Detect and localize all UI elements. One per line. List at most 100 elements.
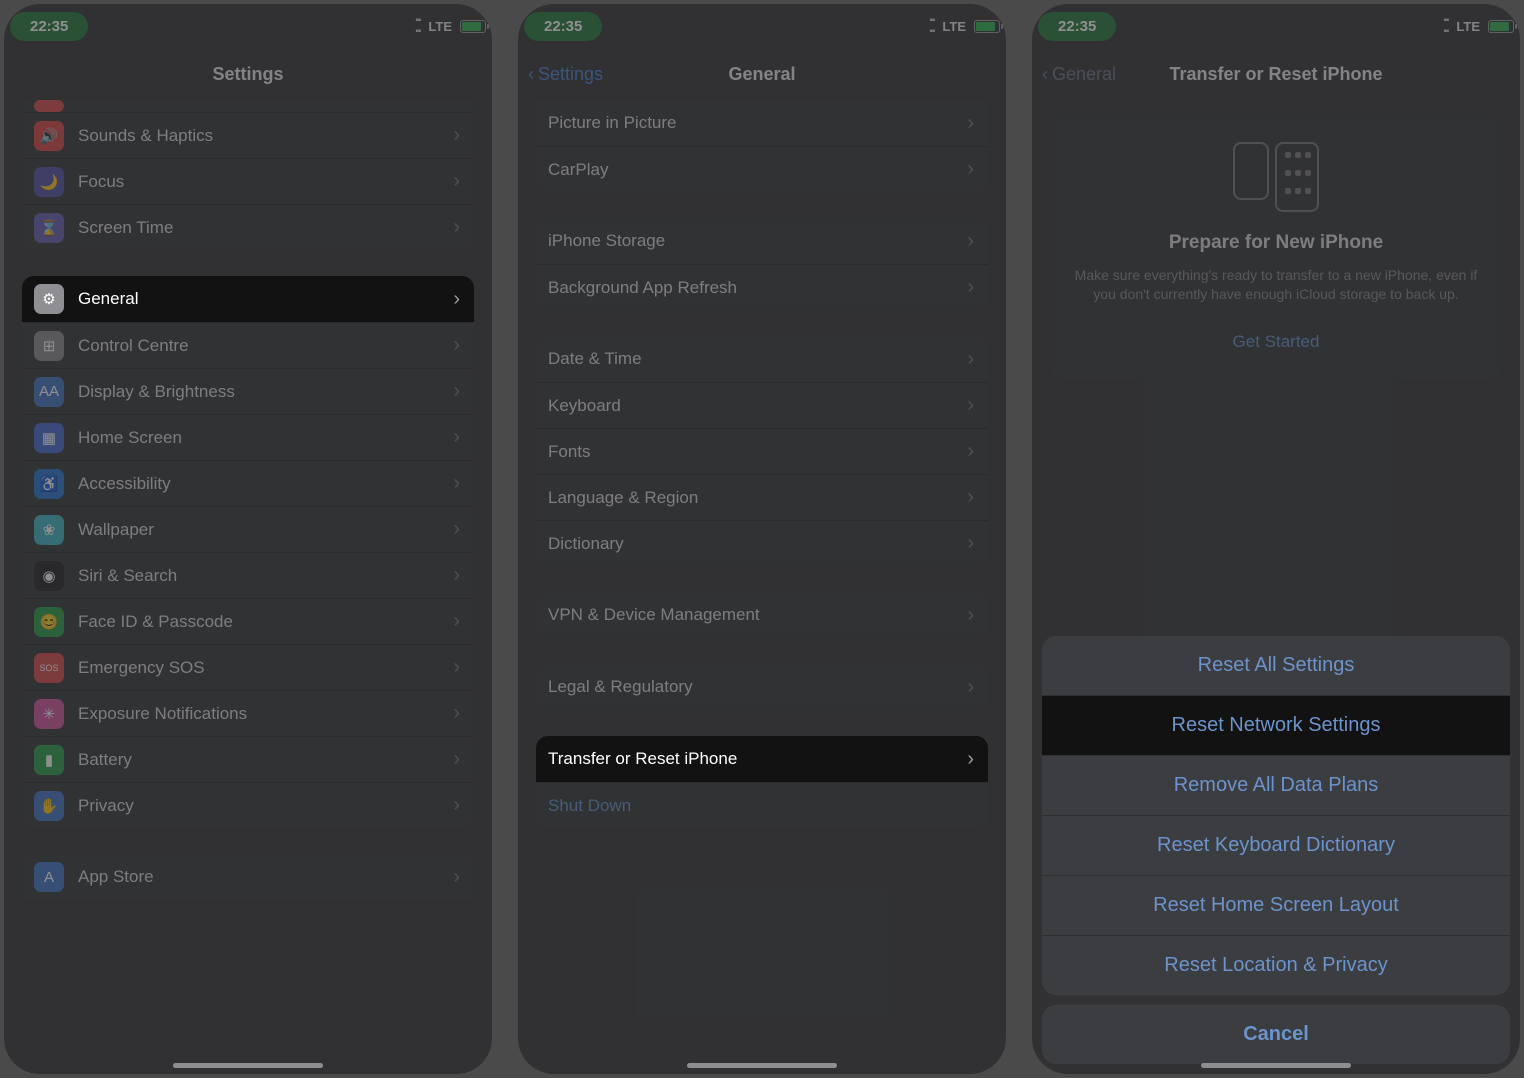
- chevron-right-icon: ›: [453, 334, 460, 357]
- status-bar: 22:35 ▪▪▪▪ LTE: [1032, 4, 1520, 48]
- list-row[interactable]: Shut Down: [536, 782, 988, 828]
- home-indicator[interactable]: [173, 1063, 323, 1068]
- list-row[interactable]: iPhone Storage›: [536, 218, 988, 264]
- row-icon: 🔊: [34, 121, 64, 151]
- settings-row[interactable]: ⌛Screen Time›: [22, 204, 474, 250]
- sheet-option[interactable]: Reset Keyboard Dictionary: [1042, 815, 1510, 875]
- chevron-right-icon: ›: [453, 564, 460, 587]
- row-icon: AA: [34, 377, 64, 407]
- chevron-right-icon: ›: [967, 486, 974, 509]
- settings-row[interactable]: ▮Battery›: [22, 736, 474, 782]
- row-icon: A: [34, 862, 64, 892]
- card-body: Make sure everything's ready to transfer…: [1072, 266, 1480, 304]
- cancel-button[interactable]: Cancel: [1042, 1005, 1510, 1064]
- row-icon: 🌙: [34, 167, 64, 197]
- chevron-right-icon: ›: [453, 656, 460, 679]
- list-row[interactable]: Dictionary›: [536, 520, 988, 566]
- list-row[interactable]: CarPlay›: [536, 146, 988, 192]
- settings-row[interactable]: 🔊Sounds & Haptics›: [22, 112, 474, 158]
- chevron-left-icon: ‹: [1042, 64, 1048, 85]
- phone-reset-sheet: 22:35 ▪▪▪▪ LTE ‹ General Transfer or Res…: [1032, 4, 1520, 1074]
- sheet-option[interactable]: Reset Location & Privacy: [1042, 935, 1510, 995]
- general-group-2: iPhone Storage›Background App Refresh›: [536, 218, 988, 310]
- home-indicator[interactable]: [687, 1063, 837, 1068]
- list-row[interactable]: Transfer or Reset iPhone›: [536, 736, 988, 782]
- dual-sim-icon: ▪▪▪▪: [929, 15, 934, 37]
- back-button[interactable]: ‹ General: [1042, 64, 1116, 85]
- list-row[interactable]: Language & Region›: [536, 474, 988, 520]
- row-label: Privacy: [78, 796, 453, 816]
- battery-icon: [460, 20, 486, 33]
- nav-header: Settings: [4, 48, 492, 100]
- list-row[interactable]: VPN & Device Management›: [536, 592, 988, 638]
- settings-row[interactable]: ◉Siri & Search›: [22, 552, 474, 598]
- dual-sim-icon: ▪▪▪▪: [1443, 15, 1448, 37]
- general-group-5: Legal & Regulatory›: [536, 664, 988, 710]
- list-row[interactable]: Legal & Regulatory›: [536, 664, 988, 710]
- row-label: Shut Down: [548, 796, 974, 816]
- settings-row[interactable]: ⚙General›: [22, 276, 474, 322]
- list-row[interactable]: Keyboard›: [536, 382, 988, 428]
- get-started-button[interactable]: Get Started: [1072, 332, 1480, 352]
- row-label: App Store: [78, 867, 453, 887]
- settings-group-3: AApp Store›: [22, 854, 474, 900]
- status-time: 22:35: [1038, 12, 1116, 41]
- sheet-option[interactable]: Reset Network Settings: [1042, 695, 1510, 755]
- row-label: Control Centre: [78, 336, 453, 356]
- settings-row[interactable]: ⊞Control Centre›: [22, 322, 474, 368]
- settings-row[interactable]: AApp Store›: [22, 854, 474, 900]
- settings-row[interactable]: ✋Privacy›: [22, 782, 474, 828]
- settings-row[interactable]: ▦Home Screen›: [22, 414, 474, 460]
- sheet-option[interactable]: Reset All Settings: [1042, 636, 1510, 695]
- nav-header: ‹ General Transfer or Reset iPhone: [1032, 48, 1520, 100]
- list-row[interactable]: Date & Time›: [536, 336, 988, 382]
- chevron-right-icon: ›: [453, 610, 460, 633]
- row-label: Dictionary: [548, 534, 967, 554]
- back-button[interactable]: ‹ Settings: [528, 64, 603, 85]
- settings-row[interactable]: ♿Accessibility›: [22, 460, 474, 506]
- chevron-right-icon: ›: [967, 676, 974, 699]
- settings-row[interactable]: AADisplay & Brightness›: [22, 368, 474, 414]
- phone-settings: 22:35 ▪▪▪▪ LTE Settings 🔊Sounds & Haptic…: [4, 4, 492, 1074]
- list-row[interactable]: Fonts›: [536, 428, 988, 474]
- settings-row[interactable]: SOSEmergency SOS›: [22, 644, 474, 690]
- chevron-right-icon: ›: [967, 158, 974, 181]
- row-label: Battery: [78, 750, 453, 770]
- battery-icon: [974, 20, 1000, 33]
- list-row[interactable]: Background App Refresh›: [536, 264, 988, 310]
- settings-row[interactable]: ❀Wallpaper›: [22, 506, 474, 552]
- sheet-option[interactable]: Reset Home Screen Layout: [1042, 875, 1510, 935]
- dual-sim-icon: ▪▪▪▪: [415, 15, 420, 37]
- settings-row[interactable]: 😊Face ID & Passcode›: [22, 598, 474, 644]
- chevron-right-icon: ›: [967, 394, 974, 417]
- network-label: LTE: [1456, 19, 1480, 34]
- home-indicator[interactable]: [1201, 1063, 1351, 1068]
- row-label: Screen Time: [78, 218, 453, 238]
- chevron-left-icon: ‹: [528, 64, 534, 85]
- row-icon: ❀: [34, 515, 64, 545]
- settings-row[interactable]: 🌙 Focus›: [22, 158, 474, 204]
- nav-title: Settings: [212, 64, 283, 85]
- settings-row[interactable]: ✳Exposure Notifications›: [22, 690, 474, 736]
- row-label: Date & Time: [548, 349, 967, 369]
- nav-title: General: [728, 64, 795, 85]
- nav-header: ‹ Settings General: [518, 48, 1006, 100]
- row-label: Keyboard: [548, 396, 967, 416]
- sheet-option[interactable]: Remove All Data Plans: [1042, 755, 1510, 815]
- list-row[interactable]: Picture in Picture›: [536, 100, 988, 146]
- chevron-right-icon: ›: [453, 216, 460, 239]
- row-icon: ▮: [34, 745, 64, 775]
- chevron-right-icon: ›: [453, 124, 460, 147]
- status-bar: 22:35 ▪▪▪▪ LTE: [4, 4, 492, 48]
- row-label: Transfer or Reset iPhone: [548, 749, 967, 769]
- row-label: Picture in Picture: [548, 113, 967, 133]
- row-label: Accessibility: [78, 474, 453, 494]
- chevron-right-icon: ›: [453, 170, 460, 193]
- chevron-right-icon: ›: [967, 348, 974, 371]
- back-label: General: [1052, 64, 1116, 85]
- chevron-right-icon: ›: [967, 748, 974, 771]
- chevron-right-icon: ›: [453, 702, 460, 725]
- chevron-right-icon: ›: [967, 532, 974, 555]
- chevron-right-icon: ›: [967, 112, 974, 135]
- row-label: Focus: [78, 172, 453, 192]
